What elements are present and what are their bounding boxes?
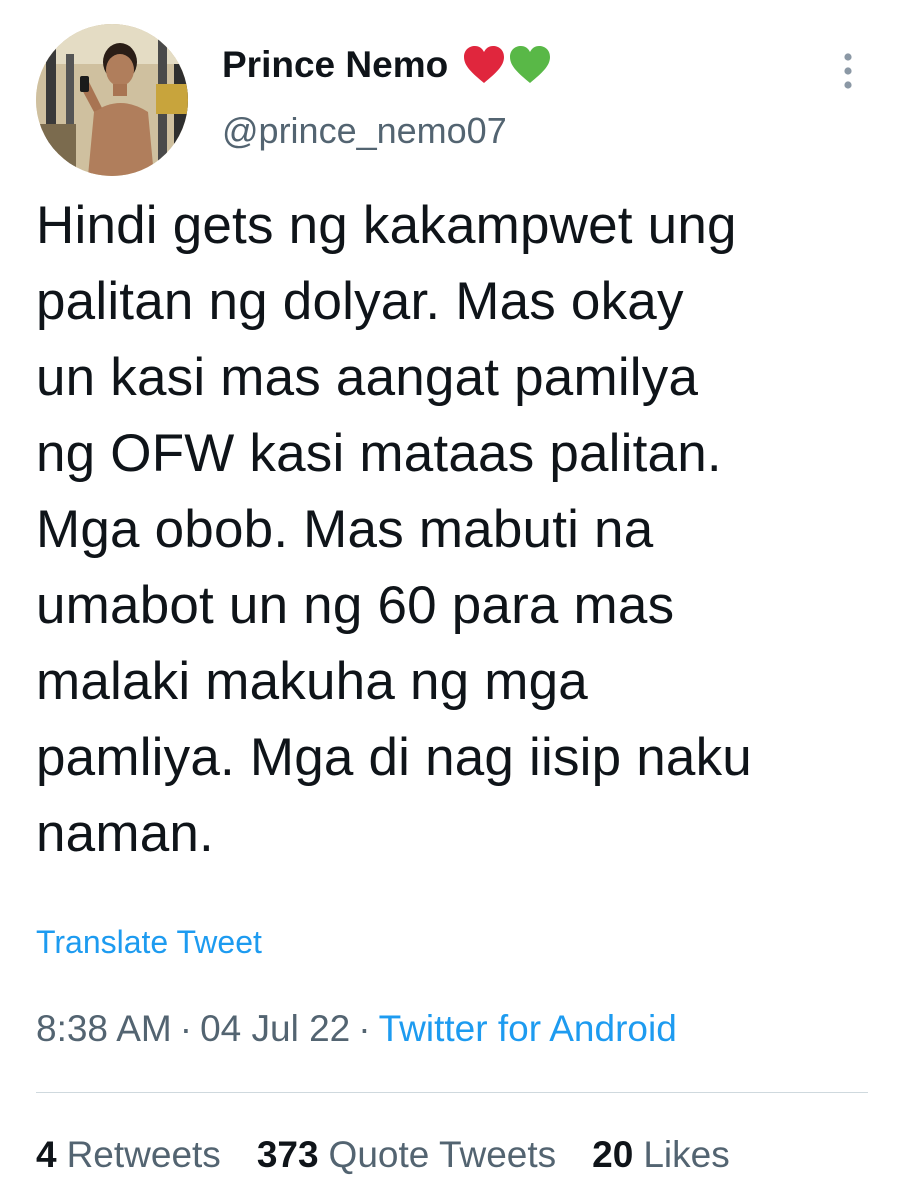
- tweet-time[interactable]: 8:38 AM: [36, 1008, 172, 1049]
- more-vertical-icon: [844, 53, 852, 89]
- author-handle[interactable]: @prince_nemo07: [222, 110, 507, 152]
- tweet-source-link[interactable]: Twitter for Android: [379, 1008, 677, 1049]
- tweet-text-line: un kasi mas aangat pamilya: [36, 348, 699, 407]
- tweet-text-line: pamliya. Mga di nag iisip naku: [36, 728, 752, 787]
- avatar-photo: [36, 24, 188, 176]
- tweet-text-line: Hindi gets ng kakampwet ung: [36, 196, 737, 255]
- stats-divider: [36, 1092, 868, 1093]
- quote-tweets-label: Quote Tweets: [328, 1134, 557, 1175]
- tweet-text-line: palitan ng dolyar. Mas okay: [36, 272, 684, 331]
- tweet-metadata: 8:38 AM · 04 Jul 22 · Twitter for Android: [36, 1008, 677, 1050]
- red-heart-icon: [464, 46, 505, 83]
- name-emojis: [462, 45, 552, 85]
- likes-stat[interactable]: 20 Likes: [592, 1134, 730, 1176]
- meta-separator: ·: [358, 1008, 371, 1049]
- tweet-text-line: naman.: [36, 804, 214, 863]
- retweets-count: 4: [36, 1134, 57, 1175]
- quote-tweets-stat[interactable]: 373 Quote Tweets: [257, 1134, 556, 1176]
- translate-tweet-link[interactable]: Translate Tweet: [36, 924, 262, 961]
- retweets-label: Retweets: [66, 1134, 221, 1175]
- likes-count: 20: [592, 1134, 634, 1175]
- quote-tweets-count: 373: [256, 1134, 319, 1175]
- green-heart-icon: [510, 46, 551, 83]
- author-name[interactable]: Prince Nemo: [222, 44, 552, 86]
- meta-separator: ·: [179, 1008, 193, 1049]
- likes-label: Likes: [643, 1134, 730, 1175]
- tweet-text-line: ng OFW kasi mataas palitan.: [36, 424, 722, 483]
- tweet-stats: 4 Retweets 373 Quote Tweets 20 Likes: [36, 1134, 766, 1176]
- tweet-date[interactable]: 04 Jul 22: [200, 1008, 350, 1049]
- tweet-text-line: Mga obob. Mas mabuti na: [36, 500, 654, 559]
- author-avatar[interactable]: [36, 24, 188, 176]
- tweet-text-line: umabot un ng 60 para mas: [36, 576, 675, 635]
- tweet-text-line: malaki makuha ng mga: [36, 652, 588, 711]
- more-options-button[interactable]: [832, 50, 864, 92]
- tweet-text: Hindi gets ng kakampwet ung palitan ng d…: [36, 188, 876, 872]
- retweets-stat[interactable]: 4 Retweets: [36, 1134, 221, 1176]
- author-name-text: Prince Nemo: [222, 44, 449, 85]
